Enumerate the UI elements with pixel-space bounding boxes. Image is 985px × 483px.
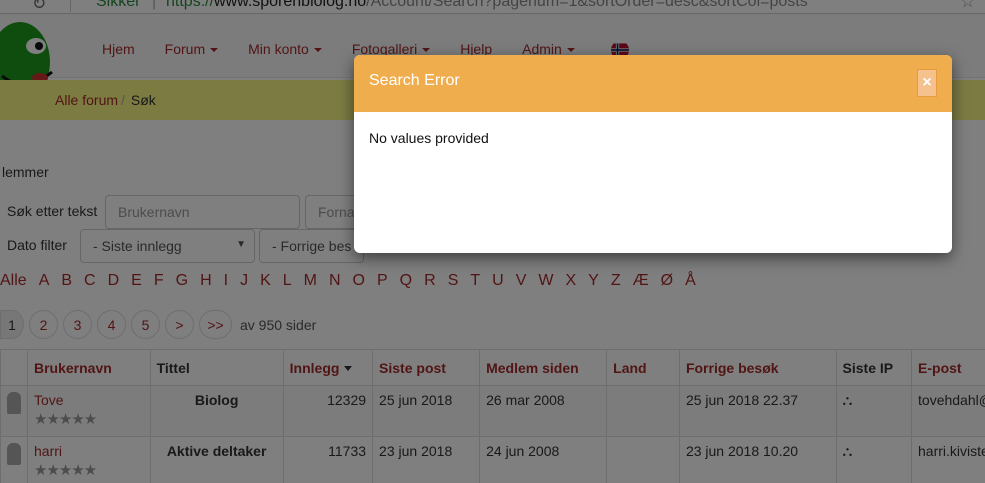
close-button[interactable]: × [917,69,937,97]
modal-message: No values provided [369,130,489,146]
page: ↻ Sikker | https://www.sporenbiolog.no/A… [0,0,985,483]
modal-header: Search Error × [354,55,952,112]
modal-title: Search Error [369,72,460,89]
modal-body: No values provided [354,112,952,164]
search-error-modal: Search Error × No values provided [354,55,952,253]
